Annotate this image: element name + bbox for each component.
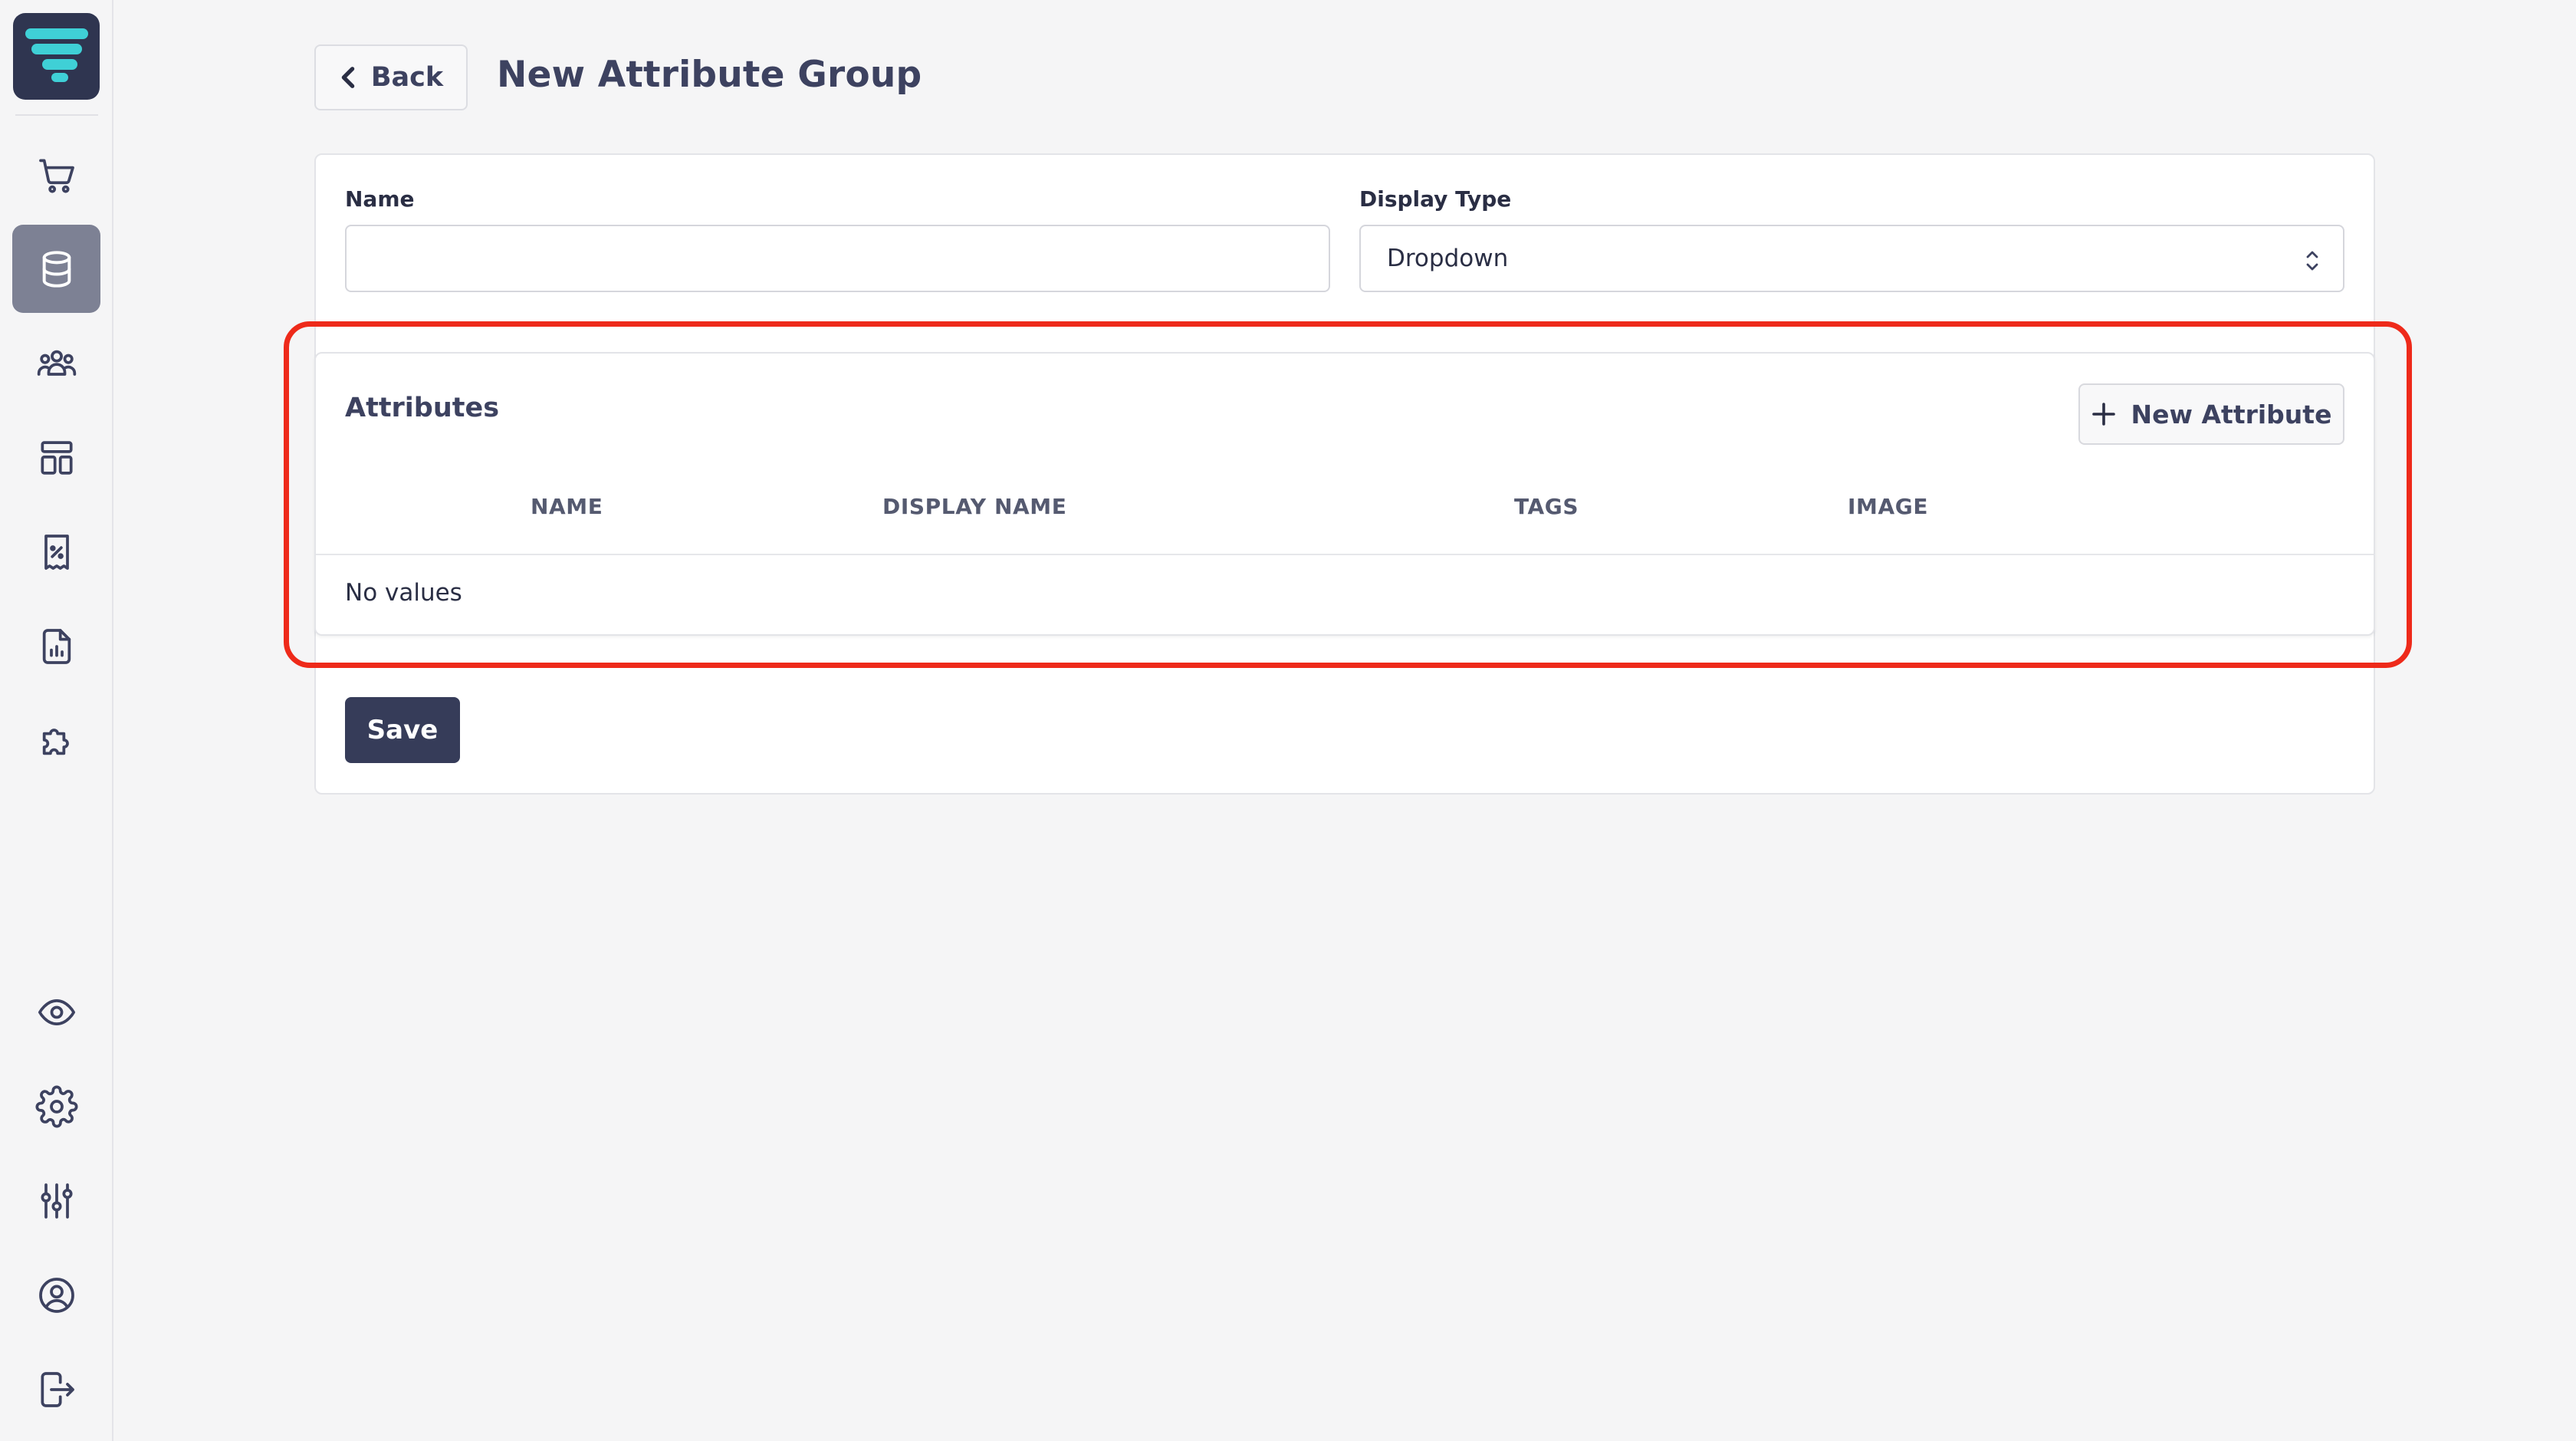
eye-icon: [38, 999, 75, 1025]
back-button[interactable]: Back: [314, 44, 468, 110]
logo-icon: [25, 28, 88, 82]
name-input[interactable]: [345, 225, 1330, 292]
sidebar-item-discounts[interactable]: [12, 508, 100, 596]
sidebar-item-reports[interactable]: [12, 602, 100, 690]
sidebar-item-preferences[interactable]: [12, 1156, 100, 1245]
annotation-highlight-box: [284, 321, 2412, 668]
sidebar-item-extensions[interactable]: [12, 696, 100, 785]
app-logo[interactable]: [13, 13, 100, 100]
database-icon: [42, 250, 71, 288]
discount-receipt-icon: [44, 534, 69, 570]
user-circle-icon: [38, 1277, 74, 1313]
sidebar-item-settings[interactable]: [12, 1062, 100, 1150]
page-title: New Attribute Group: [497, 54, 922, 96]
display-type-value: Dropdown: [1387, 245, 1509, 272]
sliders-icon: [40, 1183, 73, 1219]
users-icon: [37, 350, 76, 376]
layout-icon: [40, 440, 73, 475]
save-button[interactable]: Save: [345, 697, 460, 763]
chevron-left-icon: [341, 67, 355, 88]
sidebar-item-orders[interactable]: [12, 130, 100, 219]
cart-icon: [38, 158, 74, 193]
display-type-select[interactable]: Dropdown: [1359, 225, 2344, 292]
report-icon: [42, 628, 71, 664]
sidebar-item-catalog[interactable]: [12, 225, 100, 313]
sidebar-item-profile[interactable]: [12, 1251, 100, 1339]
gear-icon: [35, 1085, 77, 1127]
sidebar-item-customers[interactable]: [12, 319, 100, 407]
sidebar-item-content[interactable]: [12, 413, 100, 502]
back-button-label: Back: [370, 62, 444, 93]
display-type-label: Display Type: [1359, 186, 1512, 212]
sidebar-item-logout[interactable]: [12, 1345, 100, 1433]
sidebar-item-preview[interactable]: [12, 968, 100, 1056]
select-arrows-icon: [2306, 251, 2318, 271]
sidebar: [0, 0, 113, 1441]
puzzle-icon: [42, 728, 69, 755]
save-button-label: Save: [366, 715, 439, 745]
name-label: Name: [345, 186, 415, 212]
sidebar-divider: [15, 114, 98, 116]
logout-icon: [40, 1371, 74, 1407]
